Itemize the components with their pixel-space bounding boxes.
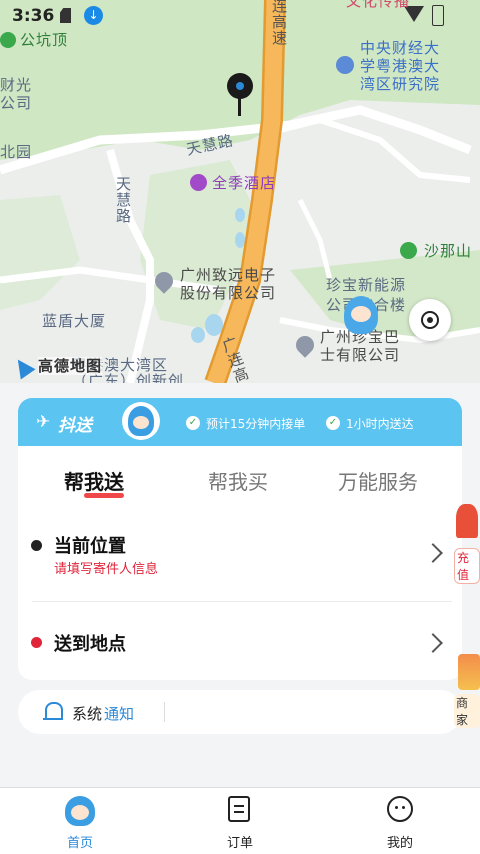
nav-home-label: 首页 [66, 836, 93, 851]
notice-divider [164, 702, 165, 722]
merchant-badge[interactable]: 商家 [450, 650, 480, 728]
recharge-label: 充值 [454, 548, 480, 584]
promo-banner: ✈ 抖送 ✓ 预计15分钟内接单 ✓ 1小时内送达 [18, 398, 462, 446]
map-label-zhenbao-bs2: 士有限公司 [320, 346, 401, 364]
notice-highlight: 通知 [104, 705, 135, 723]
map-label-landun: 蓝盾大厦 [42, 312, 107, 330]
download-icon: ↓ [84, 6, 103, 25]
shop-icon [458, 654, 480, 690]
locate-me-button[interactable] [409, 299, 451, 341]
active-tab-underline [84, 493, 124, 498]
battery-icon [432, 5, 444, 26]
profile-face-icon [387, 796, 413, 822]
tab-buy-for-me[interactable]: 帮我买 [208, 466, 268, 495]
check-icon-2: ✓ [326, 416, 340, 430]
sim-icon [60, 8, 71, 23]
map-provider-logo: 高德地图 [38, 357, 103, 375]
map-label-wanqu: 湾区研究院 [360, 75, 441, 93]
map-label-xue-yue: 学粤港澳大 [360, 57, 441, 75]
park-icon [0, 32, 16, 48]
receiver-title: 送到地点 [54, 634, 126, 655]
map-label-tianhui-vertical: 天慧路 [114, 176, 132, 224]
receiver-chevron-icon [423, 633, 443, 653]
map-label-beiyuan: 北园 [0, 143, 33, 161]
map-label-shanaishan: 沙那山 [424, 242, 473, 260]
map-label-zhongyang: 中央财经大 [360, 39, 441, 57]
location-pin-stem [238, 96, 241, 116]
merchant-label: 商家 [454, 694, 480, 728]
map-label-caiguang: 财光 [0, 76, 33, 94]
map-view[interactable]: 3:36 ↓ 文化传播 公坑顶 财光 公司 北园 连高速 中央财经大 学粤港澳大… [0, 0, 480, 383]
receiver-dot-icon [31, 637, 42, 648]
brand-name: 抖送 [58, 416, 92, 436]
crosshair-icon [421, 311, 439, 329]
check-icon-1: ✓ [186, 416, 200, 430]
rider-avatar-icon [344, 296, 378, 334]
map-label-quanji: 全季酒店 [212, 174, 277, 192]
mascot-avatar [122, 402, 160, 440]
recharge-badge[interactable]: 充值 [450, 500, 480, 584]
home-mascot-icon [65, 796, 95, 826]
sender-title: 当前位置 [54, 536, 126, 557]
system-notice-bar[interactable]: 系统 通知 [18, 690, 462, 734]
map-label-wenhua: 文化传播 [346, 0, 411, 10]
nav-mine[interactable]: 我的 [360, 788, 440, 854]
bell-icon [45, 702, 63, 719]
bell-base-icon [43, 718, 63, 720]
nav-home[interactable]: 首页 [40, 788, 120, 854]
map-label-zhiyuan2: 股份有限公司 [180, 284, 277, 302]
notice-prefix: 系统 [72, 705, 103, 723]
feature-label-1: 预计15分钟内接单 [206, 417, 306, 431]
tab-all-services[interactable]: 万能服务 [338, 466, 418, 495]
receiver-row[interactable]: 送到地点 [18, 608, 462, 678]
nav-mine-label: 我的 [386, 836, 413, 851]
divider [32, 601, 452, 602]
sender-hint: 请填写寄件人信息 [54, 562, 159, 577]
nav-orders[interactable]: 订单 [200, 788, 280, 854]
map-label-gongsi-left: 公司 [0, 94, 33, 112]
status-bar: 3:36 ↓ 文化传播 [0, 0, 480, 32]
map-label-gongkengding: 公坑顶 [20, 31, 69, 49]
status-time: 3:36 [12, 6, 55, 26]
sender-dot-icon [31, 540, 42, 551]
mountain-icon [400, 242, 417, 259]
brand-logo-icon: ✈ [36, 412, 51, 432]
feature-label-2: 1小时内送达 [346, 417, 414, 431]
hotel-icon [190, 174, 207, 191]
gift-icon [456, 504, 478, 538]
sender-chevron-icon [423, 543, 443, 563]
map-label-zhiyuan1: 广州致远电子 [180, 266, 277, 284]
bottom-navigation: 首页 订单 我的 [0, 787, 480, 854]
map-label-zhenbao-ny: 珍宝新能源 [326, 276, 407, 294]
nav-orders-label: 订单 [226, 836, 253, 851]
orders-clipboard-icon [228, 796, 250, 822]
map-label-highway-top: 连高速 [270, 0, 288, 46]
sender-row[interactable]: 当前位置 请填写寄件人信息 [18, 520, 462, 600]
tab-send-for-me[interactable]: 帮我送 [64, 466, 124, 495]
university-icon [336, 56, 354, 74]
